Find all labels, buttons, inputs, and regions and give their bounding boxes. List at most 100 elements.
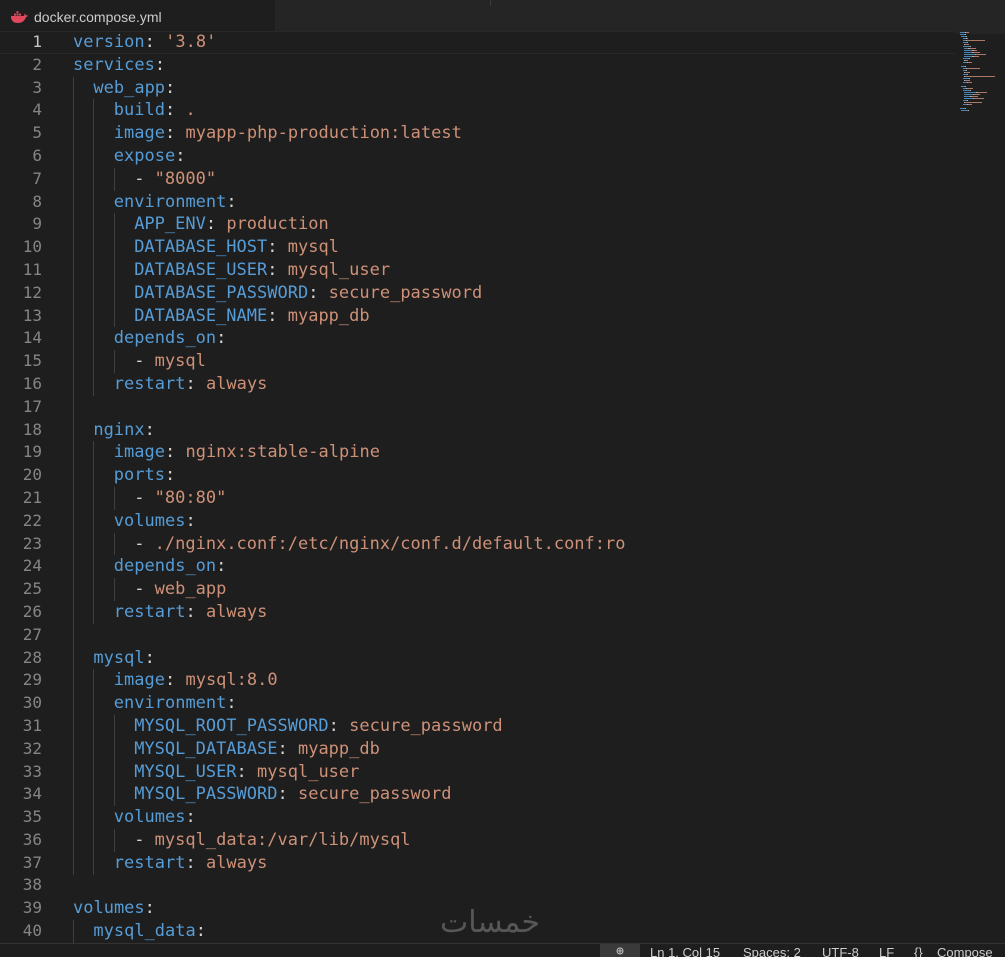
code-line[interactable]: 5 image: myapp-php-production:latest	[0, 122, 955, 145]
status-encoding[interactable]: UTF-8	[822, 945, 859, 957]
minimap-stroke	[965, 34, 967, 35]
yaml-colon: :	[154, 54, 166, 75]
code-line[interactable]: 16 restart: always	[0, 373, 955, 396]
code-line[interactable]: 22 volumes:	[0, 510, 955, 533]
line-number: 26	[22, 601, 42, 621]
status-language[interactable]: Compose	[937, 945, 993, 957]
code-line[interactable]: 28 mysql:	[0, 647, 955, 670]
code-line[interactable]: 17	[0, 396, 955, 419]
line-number: 27	[22, 624, 42, 644]
yaml-colon: :	[164, 670, 186, 691]
code-line[interactable]: 36 - mysql_data:/var/lib/mysql	[0, 829, 955, 852]
code-line[interactable]: 37 restart: always	[0, 852, 955, 875]
line-number: 34	[22, 784, 42, 804]
minimap-stroke	[965, 60, 969, 61]
code-line[interactable]: 1 version: '3.8'	[0, 31, 955, 54]
indent-guide	[93, 99, 95, 396]
yaml-key: version	[73, 32, 145, 52]
yaml-key: restart	[113, 852, 186, 873]
status-eol[interactable]: LF	[879, 945, 894, 957]
code-line[interactable]: 4 build: .	[0, 99, 955, 122]
status-cursor-position[interactable]: Ln 1, Col 15	[650, 945, 720, 957]
yaml-key: environment	[113, 693, 227, 714]
code-line[interactable]: 25 - web_app	[0, 578, 955, 601]
code-line[interactable]: 13 DATABASE_NAME: myapp_db	[0, 305, 955, 328]
code-text: image: myapp-php-production:latest	[114, 122, 462, 145]
minimap-stroke	[974, 98, 985, 99]
status-indentation[interactable]: Spaces: 2	[743, 945, 801, 957]
code-text: volumes:	[114, 510, 196, 533]
yaml-key: depends_on	[113, 328, 217, 349]
indent-guide	[113, 167, 115, 191]
code-line[interactable]: 30 environment:	[0, 692, 955, 715]
code-text: mysql_data:	[93, 920, 206, 943]
code-text: version: '3.8'	[73, 31, 216, 54]
zoom-icon[interactable]: ⊕	[600, 944, 640, 957]
minimap-stroke	[965, 80, 970, 81]
line-number: 20	[22, 465, 42, 485]
list-dash: -	[134, 829, 155, 850]
minimap-stroke	[962, 90, 970, 91]
code-line[interactable]: 14 depends_on:	[0, 327, 955, 350]
yaml-colon: :	[185, 852, 206, 873]
code-line[interactable]: 7 - "8000"	[0, 168, 955, 191]
code-line[interactable]: 24 depends_on:	[0, 555, 955, 578]
yaml-colon: :	[185, 807, 196, 828]
code-text: DATABASE_USER: mysql_user	[134, 259, 390, 282]
code-line[interactable]: 3 web_app:	[0, 77, 955, 100]
minimap[interactable]	[955, 31, 1005, 121]
list-dash: -	[134, 487, 155, 508]
code-line[interactable]: 12 DATABASE_PASSWORD: secure_password	[0, 282, 955, 305]
yaml-value: secure_password	[349, 715, 503, 736]
list-dash: -	[134, 351, 155, 372]
code-line[interactable]: 27	[0, 624, 955, 647]
line-number: 8	[32, 191, 42, 211]
yaml-key: volumes	[73, 898, 145, 919]
code-line[interactable]: 33 MYSQL_USER: mysql_user	[0, 761, 955, 784]
code-line[interactable]: 9 APP_ENV: production	[0, 213, 955, 236]
tab-docker-compose[interactable]: docker.compose.yml	[0, 0, 275, 34]
code-line[interactable]: 31 MYSQL_ROOT_PASSWORD: secure_password	[0, 715, 955, 738]
code-line[interactable]: 26 restart: always	[0, 601, 955, 624]
code-line[interactable]: 35 volumes:	[0, 806, 955, 829]
docker-icon	[10, 10, 28, 24]
code-line[interactable]: 21 - "80:80"	[0, 487, 955, 510]
code-line[interactable]: 34 MYSQL_PASSWORD: secure_password	[0, 783, 955, 806]
minimap-stroke	[967, 88, 974, 89]
line-number: 28	[22, 647, 42, 667]
code-line[interactable]: 23 - ./nginx.conf:/etc/nginx/conf.d/defau…	[0, 533, 955, 556]
list-dash: -	[134, 533, 155, 554]
code-line[interactable]: 8 environment:	[0, 191, 955, 214]
code-line[interactable]: 18 nginx:	[0, 419, 955, 442]
yaml-colon: :	[195, 921, 206, 942]
yaml-value: myapp_db	[297, 738, 380, 759]
yaml-value: always	[205, 852, 268, 873]
minimap-stroke	[962, 46, 970, 47]
code-line[interactable]: 2 services:	[0, 54, 955, 77]
code-text: depends_on:	[114, 327, 227, 350]
indent-guide	[73, 76, 74, 875]
yaml-value: nginx:stable-alpine	[185, 442, 380, 463]
code-line[interactable]: 32 MYSQL_DATABASE: myapp_db	[0, 738, 955, 761]
code-line[interactable]: 19 image: nginx:stable-alpine	[0, 441, 955, 464]
code-line[interactable]: 11 DATABASE_USER: mysql_user	[0, 259, 955, 282]
yaml-colon: :	[144, 647, 155, 668]
code-text: - mysql_data:/var/lib/mysql	[134, 829, 410, 852]
code-area[interactable]: 1 version: '3.8' 2 services: 3 web_app: 4 build…	[0, 31, 955, 943]
yaml-colon: :	[144, 898, 155, 919]
yaml-key: DATABASE_USER	[134, 259, 268, 280]
code-line[interactable]: 38	[0, 874, 955, 897]
code-line[interactable]: 10 DATABASE_HOST: mysql	[0, 236, 955, 259]
code-line[interactable]: 29 image: mysql:8.0	[0, 669, 955, 692]
yaml-key: environment	[113, 191, 227, 212]
code-line[interactable]: 6 expose:	[0, 145, 955, 168]
line-number: 6	[32, 145, 42, 165]
yaml-colon: :	[144, 419, 155, 440]
code-line[interactable]: 20 ports:	[0, 464, 955, 487]
line-number: 2	[32, 54, 42, 74]
indent-guide	[113, 829, 115, 852]
code-text: web_app:	[93, 77, 175, 100]
code-line[interactable]: 15 - mysql	[0, 350, 955, 373]
minimap-stroke	[967, 74, 969, 75]
yaml-key: volumes	[113, 807, 186, 828]
